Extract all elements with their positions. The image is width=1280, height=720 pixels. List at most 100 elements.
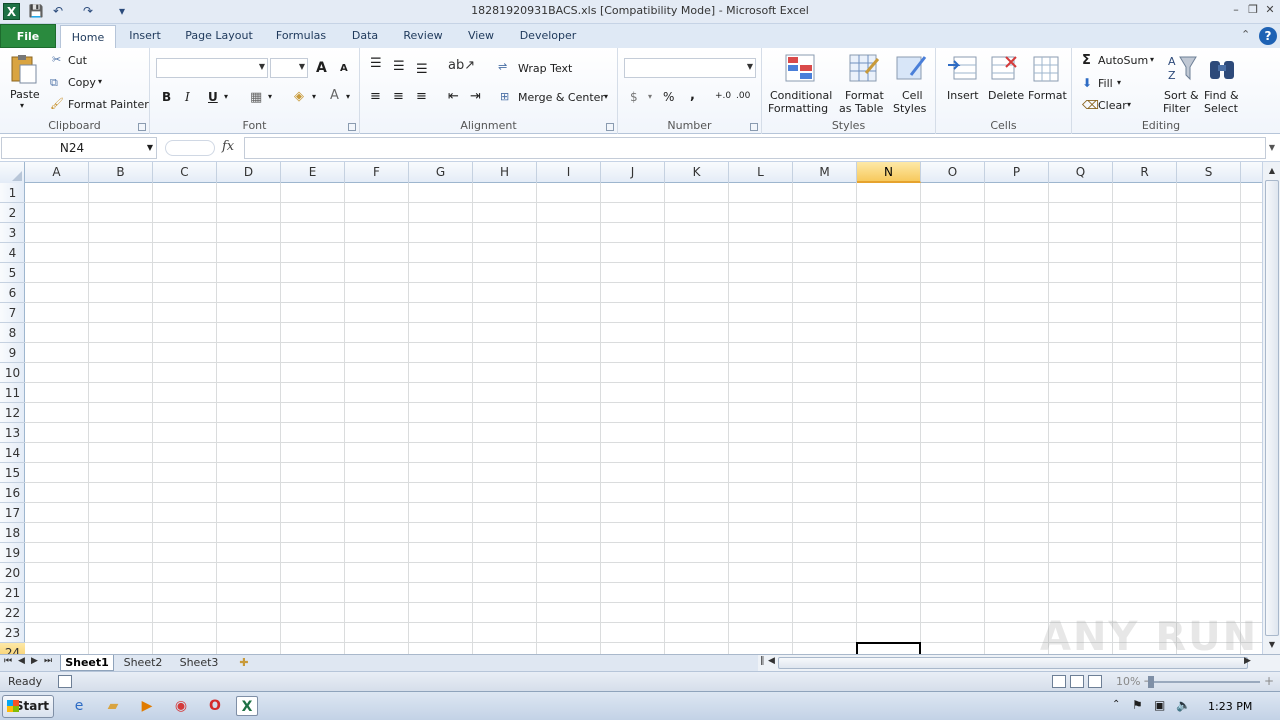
wrap-text-button[interactable]: Wrap Text: [518, 62, 572, 75]
delete-cells-icon[interactable]: [988, 53, 1020, 85]
increase-indent-icon[interactable]: ⇥: [470, 89, 481, 104]
align-left-icon[interactable]: ≡: [370, 89, 381, 104]
row-header[interactable]: 21: [0, 583, 25, 603]
shrink-font-button[interactable]: A: [340, 63, 348, 74]
copy-button[interactable]: Copy: [68, 76, 96, 89]
font-name-combo[interactable]: ▼: [156, 58, 268, 78]
row-header[interactable]: 6: [0, 283, 25, 303]
scroll-left-icon[interactable]: ◀: [768, 656, 775, 666]
row-header[interactable]: 3: [0, 223, 25, 243]
row-header[interactable]: 2: [0, 203, 25, 223]
first-sheet-icon[interactable]: ⏮: [4, 656, 12, 666]
help-icon[interactable]: ?: [1259, 27, 1277, 45]
row-header[interactable]: 17: [0, 503, 25, 523]
underline-button[interactable]: U: [208, 90, 218, 104]
tab-developer[interactable]: Developer: [512, 24, 584, 48]
sheet-tab[interactable]: Sheet1: [60, 655, 114, 671]
format-as-table-icon[interactable]: [848, 53, 880, 85]
copy-dropdown-icon[interactable]: ▾: [98, 77, 102, 86]
opera-icon[interactable]: O: [204, 696, 226, 716]
cut-icon[interactable]: ✂: [52, 53, 61, 66]
prev-sheet-icon[interactable]: ◀: [18, 656, 25, 666]
fill-color-dropdown-icon[interactable]: ▾: [312, 92, 316, 101]
binoculars-icon[interactable]: [1206, 53, 1238, 85]
row-header[interactable]: 5: [0, 263, 25, 283]
borders-dropdown-icon[interactable]: ▾: [268, 92, 272, 101]
column-header[interactable]: K: [665, 162, 729, 183]
media-player-icon[interactable]: ▶: [136, 696, 158, 716]
row-header[interactable]: 15: [0, 463, 25, 483]
clear-dropdown-icon[interactable]: ▾: [1127, 100, 1131, 109]
sort-filter-label-2[interactable]: Filter: [1163, 102, 1190, 115]
sort-filter-label-1[interactable]: Sort &: [1164, 89, 1199, 102]
column-header[interactable]: O: [921, 162, 985, 183]
decrease-indent-icon[interactable]: ⇤: [448, 89, 459, 104]
macro-record-icon[interactable]: [58, 675, 72, 688]
column-header[interactable]: G: [409, 162, 473, 183]
row-header[interactable]: 23: [0, 623, 25, 643]
action-center-flag-icon[interactable]: ⚑: [1132, 698, 1143, 712]
cell-area[interactable]: [25, 183, 1262, 654]
scroll-down-icon[interactable]: ▼: [1265, 638, 1279, 652]
font-launcher-icon[interactable]: [348, 123, 356, 131]
merge-center-button[interactable]: Merge & Center: [518, 91, 605, 104]
number-format-combo[interactable]: ▼: [624, 58, 756, 78]
volume-icon[interactable]: 🔈: [1176, 698, 1191, 712]
column-header[interactable]: C: [153, 162, 217, 183]
vertical-scrollbar[interactable]: ▲ ▼: [1262, 162, 1280, 654]
eraser-icon[interactable]: ⌫: [1082, 98, 1099, 112]
start-button[interactable]: Start: [2, 695, 54, 718]
page-layout-view-icon[interactable]: [1070, 675, 1084, 688]
cell-styles-icon[interactable]: [895, 53, 927, 85]
formula-input[interactable]: [244, 137, 1266, 159]
sheet-tab[interactable]: Sheet2: [118, 655, 168, 671]
insert-sheet-icon[interactable]: ✚: [232, 655, 256, 671]
row-header[interactable]: 19: [0, 543, 25, 563]
format-painter-button[interactable]: Format Painter: [68, 98, 149, 111]
expand-formula-bar-icon[interactable]: ▼: [1266, 138, 1278, 158]
align-bottom-icon[interactable]: ☰: [416, 62, 428, 77]
decrease-decimal-button[interactable]: .00: [736, 91, 750, 101]
clock[interactable]: 1:23 PM: [1208, 700, 1252, 713]
sort-filter-icon[interactable]: AZ: [1166, 53, 1198, 85]
comma-button[interactable]: ,: [690, 88, 695, 103]
underline-dropdown-icon[interactable]: ▾: [224, 92, 228, 101]
fill-color-icon[interactable]: ◈: [294, 89, 304, 104]
conditional-formatting-label-1[interactable]: Conditional: [770, 89, 832, 102]
column-header[interactable]: M: [793, 162, 857, 183]
tab-page-layout[interactable]: Page Layout: [180, 24, 258, 48]
row-header[interactable]: 11: [0, 383, 25, 403]
cell-styles-label-2[interactable]: Styles: [893, 102, 926, 115]
format-cells-button[interactable]: Format: [1028, 89, 1067, 102]
active-cell[interactable]: [856, 642, 921, 654]
file-explorer-icon[interactable]: ▰: [102, 696, 124, 716]
autosum-button[interactable]: AutoSum: [1098, 54, 1148, 67]
column-header[interactable]: Q: [1049, 162, 1113, 183]
wrap-text-icon[interactable]: ⇌: [498, 60, 507, 73]
font-color-dropdown-icon[interactable]: ▾: [346, 92, 350, 101]
tab-data[interactable]: Data: [344, 24, 386, 48]
autosum-dropdown-icon[interactable]: ▾: [1150, 55, 1154, 64]
column-header[interactable]: H: [473, 162, 537, 183]
show-hidden-icons-icon[interactable]: ⌃: [1112, 699, 1120, 710]
column-header[interactable]: J: [601, 162, 665, 183]
formula-bar-splitter[interactable]: [165, 140, 215, 156]
minimize-button[interactable]: –: [1228, 2, 1244, 18]
font-size-combo[interactable]: ▼: [270, 58, 308, 78]
column-header[interactable]: B: [89, 162, 153, 183]
column-header[interactable]: L: [729, 162, 793, 183]
row-header[interactable]: 9: [0, 343, 25, 363]
zoom-in-icon[interactable]: +: [1264, 674, 1274, 688]
copy-icon[interactable]: ⧉: [50, 76, 58, 90]
insert-cells-icon[interactable]: [946, 53, 978, 85]
row-header[interactable]: 20: [0, 563, 25, 583]
column-header[interactable]: F: [345, 162, 409, 183]
tab-home[interactable]: Home: [60, 25, 116, 49]
zoom-slider[interactable]: [1148, 676, 1260, 688]
fill-button[interactable]: Fill: [1098, 77, 1113, 90]
scroll-up-icon[interactable]: ▲: [1265, 164, 1279, 178]
format-cells-icon[interactable]: [1030, 53, 1062, 85]
minimize-ribbon-icon[interactable]: ⌃: [1241, 28, 1250, 41]
column-header[interactable]: I: [537, 162, 601, 183]
excel-taskbar-icon[interactable]: X: [236, 696, 258, 716]
